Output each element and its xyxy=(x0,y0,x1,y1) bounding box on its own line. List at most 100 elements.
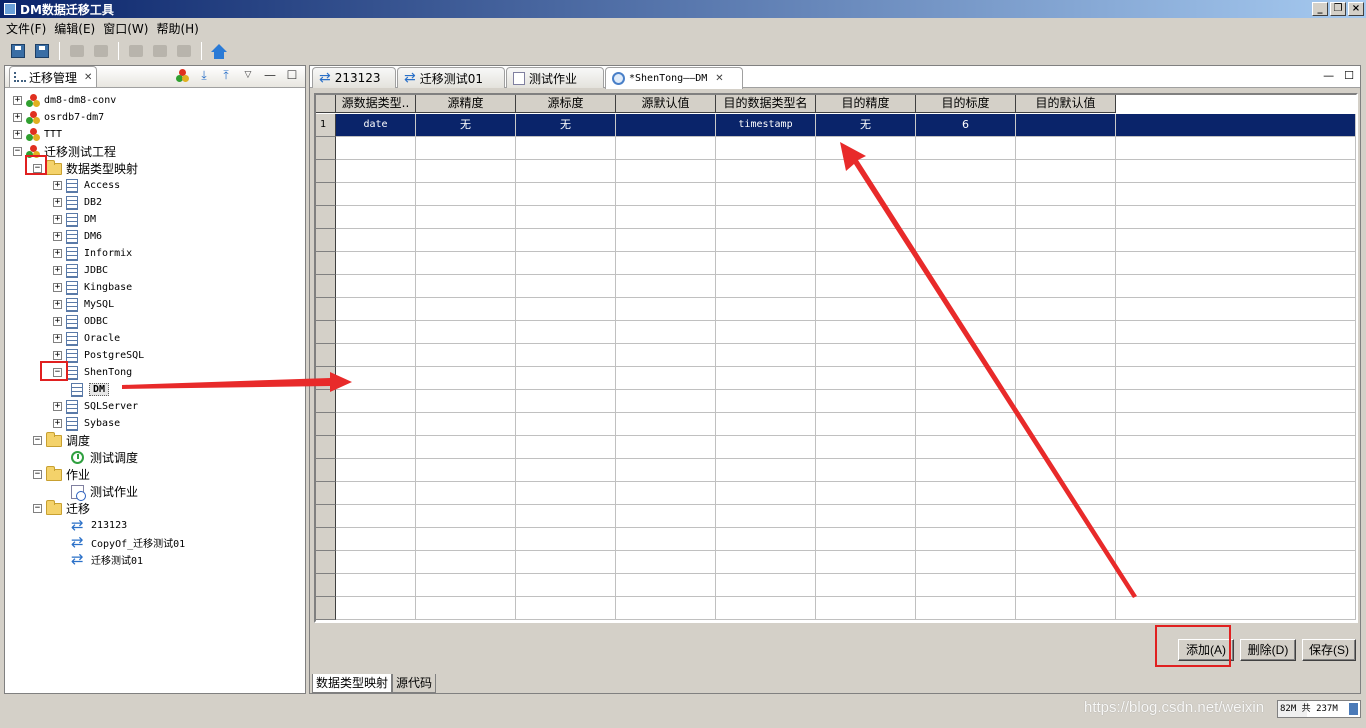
table-cell[interactable] xyxy=(816,528,916,551)
tree-node-mapping-informix[interactable]: + Informix xyxy=(53,245,132,262)
menu-edit[interactable]: 编辑(E) xyxy=(52,20,101,37)
table-cell[interactable] xyxy=(816,183,916,206)
tab-migration-213123[interactable]: ⇄ 213123 xyxy=(312,67,396,88)
table-cell[interactable] xyxy=(416,597,516,620)
table-cell[interactable] xyxy=(1016,206,1116,229)
table-cell[interactable] xyxy=(916,597,1016,620)
row-header[interactable] xyxy=(316,551,336,574)
expand-icon[interactable]: + xyxy=(13,113,22,122)
table-row[interactable] xyxy=(316,275,1356,298)
table-cell[interactable] xyxy=(916,252,1016,275)
table-row[interactable] xyxy=(316,551,1356,574)
column-header[interactable]: 源默认值 xyxy=(616,95,716,113)
table-cell[interactable] xyxy=(616,528,716,551)
table-cell[interactable] xyxy=(916,482,1016,505)
table-row[interactable] xyxy=(316,137,1356,160)
table-cell[interactable] xyxy=(616,390,716,413)
tree-node-schedule-item[interactable]: 测试调度 xyxy=(71,449,138,466)
table-cell[interactable] xyxy=(916,436,1016,459)
expand-icon[interactable]: + xyxy=(53,351,62,360)
table-cell[interactable] xyxy=(516,413,616,436)
table-cell[interactable] xyxy=(516,459,616,482)
row-header[interactable] xyxy=(316,298,336,321)
table-cell[interactable] xyxy=(416,574,516,597)
tree-node-mapping-access[interactable]: + Access xyxy=(53,177,120,194)
row-header[interactable] xyxy=(316,390,336,413)
table-cell[interactable] xyxy=(336,551,416,574)
table-cell[interactable] xyxy=(516,229,616,252)
row-header[interactable] xyxy=(316,206,336,229)
table-cell[interactable] xyxy=(336,528,416,551)
table-cell[interactable] xyxy=(916,390,1016,413)
table-cell[interactable] xyxy=(516,344,616,367)
table-cell[interactable] xyxy=(716,321,816,344)
table-cell[interactable] xyxy=(1016,229,1116,252)
table-cell[interactable] xyxy=(416,137,516,160)
tree-node-folder-migration[interactable]: − 迁移 xyxy=(33,499,90,517)
row-header[interactable] xyxy=(316,183,336,206)
table-cell[interactable] xyxy=(916,574,1016,597)
table-cell[interactable] xyxy=(416,413,516,436)
table-cell[interactable] xyxy=(416,390,516,413)
tree-node-project[interactable]: + osrdb7-dm7 xyxy=(13,109,104,126)
table-cell[interactable] xyxy=(816,298,916,321)
table-cell[interactable] xyxy=(516,160,616,183)
table-row[interactable] xyxy=(316,298,1356,321)
table-cell[interactable] xyxy=(1016,137,1116,160)
table-cell[interactable]: timestamp xyxy=(716,114,816,137)
table-cell[interactable] xyxy=(616,275,716,298)
table-cell[interactable] xyxy=(336,482,416,505)
tree-node-mapping-kingbase[interactable]: + Kingbase xyxy=(53,279,132,296)
row-header[interactable] xyxy=(316,574,336,597)
tab-source-code[interactable]: 源代码 xyxy=(392,674,437,693)
table-cell[interactable] xyxy=(916,137,1016,160)
table-cell[interactable] xyxy=(1016,160,1116,183)
table-row[interactable] xyxy=(316,206,1356,229)
table-cell[interactable] xyxy=(716,505,816,528)
row-header[interactable] xyxy=(316,436,336,459)
delete-button[interactable]: 删除(D) xyxy=(1240,639,1296,661)
table-cell[interactable] xyxy=(516,367,616,390)
table-cell[interactable] xyxy=(416,321,516,344)
table-cell[interactable] xyxy=(816,413,916,436)
table-cell[interactable] xyxy=(916,505,1016,528)
table-cell[interactable] xyxy=(616,574,716,597)
table-cell[interactable] xyxy=(816,275,916,298)
maximize-editor-icon[interactable]: ☐ xyxy=(1344,69,1354,82)
row-header[interactable] xyxy=(316,321,336,344)
cut-toolbar-button[interactable] xyxy=(126,41,146,61)
table-cell[interactable] xyxy=(816,160,916,183)
tree-node-mapping-dm6[interactable]: + DM6 xyxy=(53,228,102,245)
table-cell[interactable] xyxy=(336,436,416,459)
row-header[interactable] xyxy=(316,252,336,275)
row-header[interactable] xyxy=(316,229,336,252)
table-cell[interactable] xyxy=(1016,114,1116,137)
redo-toolbar-button[interactable] xyxy=(91,41,111,61)
table-cell[interactable] xyxy=(416,528,516,551)
column-header[interactable]: 源数据类型.. xyxy=(336,95,416,113)
view-menu-icon[interactable]: ▽ xyxy=(241,68,255,82)
table-cell[interactable] xyxy=(816,597,916,620)
table-cell[interactable] xyxy=(716,459,816,482)
expand-icon[interactable]: + xyxy=(53,300,62,309)
row-header[interactable]: 1 xyxy=(316,114,336,137)
row-header[interactable] xyxy=(316,482,336,505)
row-header[interactable] xyxy=(316,160,336,183)
table-cell[interactable] xyxy=(916,229,1016,252)
close-button[interactable]: × xyxy=(1348,2,1364,16)
export-icon[interactable]: ⤒ xyxy=(219,68,233,82)
table-cell[interactable] xyxy=(336,137,416,160)
minimize-view-icon[interactable]: — xyxy=(263,68,277,82)
table-cell[interactable] xyxy=(1016,436,1116,459)
tree-node-job-item[interactable]: 测试作业 xyxy=(71,483,138,501)
expand-icon[interactable]: + xyxy=(53,334,62,343)
table-row[interactable] xyxy=(316,413,1356,436)
tree-node-migration-item[interactable]: 213123 xyxy=(71,516,127,534)
tree-node-migration-item[interactable]: CopyOf_迁移测试01 xyxy=(71,533,185,551)
table-cell[interactable] xyxy=(1016,367,1116,390)
table-row[interactable] xyxy=(316,160,1356,183)
table-cell[interactable] xyxy=(416,436,516,459)
table-cell[interactable] xyxy=(816,206,916,229)
table-cell[interactable] xyxy=(416,206,516,229)
table-cell[interactable] xyxy=(416,298,516,321)
